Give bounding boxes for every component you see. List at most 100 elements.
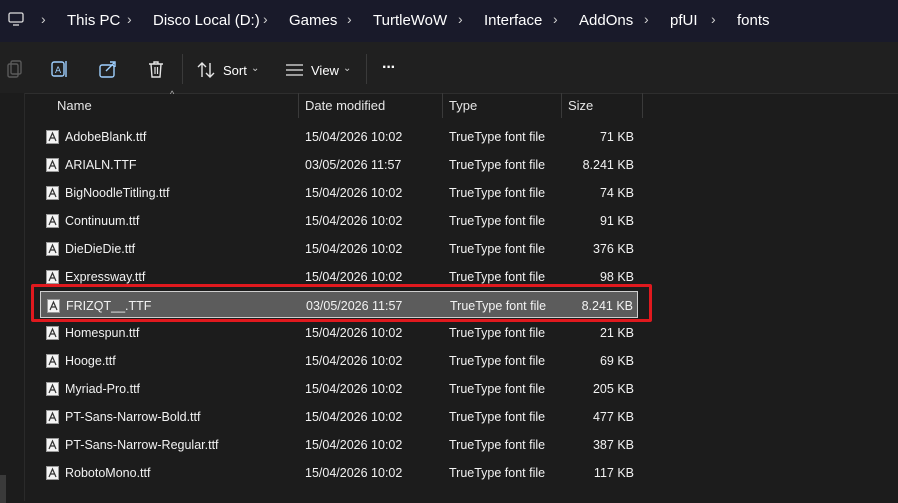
font-file-icon bbox=[46, 410, 59, 424]
file-name: ARIALN.TTF bbox=[65, 158, 137, 172]
column-header-size[interactable]: Size bbox=[568, 98, 593, 113]
breadcrumb-interface[interactable]: Interface bbox=[484, 12, 542, 29]
file-name: Expressway.ttf bbox=[65, 270, 146, 284]
file-name: PT-Sans-Narrow-Bold.ttf bbox=[65, 410, 201, 424]
file-name: Hooge.ttf bbox=[65, 354, 116, 368]
font-file-icon bbox=[46, 354, 59, 368]
navigation-pane[interactable] bbox=[0, 93, 25, 503]
font-file-icon bbox=[46, 214, 59, 228]
file-size: 91 KB bbox=[599, 214, 634, 228]
file-name: DieDieDie.ttf bbox=[65, 242, 136, 256]
chevron-right-icon: › bbox=[711, 11, 716, 27]
file-size: 376 KB bbox=[592, 242, 634, 256]
file-size: 8.241 KB bbox=[582, 158, 634, 172]
column-header-type[interactable]: Type bbox=[449, 98, 477, 113]
file-date-modified: 15/04/2026 10:02 bbox=[305, 354, 403, 368]
sort-icon bbox=[197, 62, 215, 78]
chevron-right-icon: › bbox=[458, 11, 463, 27]
file-size: 477 KB bbox=[592, 410, 634, 424]
file-date-modified: 15/04/2026 10:02 bbox=[305, 130, 403, 144]
file-size: 71 KB bbox=[599, 130, 634, 144]
file-name: BigNoodleTitling.ttf bbox=[65, 186, 170, 200]
file-date-modified: 15/04/2026 10:02 bbox=[305, 186, 403, 200]
file-date-modified: 15/04/2026 10:02 bbox=[305, 438, 403, 452]
breadcrumb-drive[interactable]: Disco Local (D:) bbox=[153, 12, 260, 29]
file-row[interactable]: Continuum.ttf 15/04/2026 10:02 TrueType fo… bbox=[40, 207, 638, 234]
file-size: 387 KB bbox=[592, 438, 634, 452]
breadcrumb-this-pc[interactable]: This PC bbox=[67, 12, 120, 29]
column-divider[interactable] bbox=[442, 93, 443, 118]
file-type: TrueType font file bbox=[449, 214, 546, 228]
column-header-date[interactable]: Date modified bbox=[305, 98, 385, 113]
font-file-icon bbox=[46, 158, 59, 172]
font-file-icon bbox=[46, 466, 59, 480]
view-button[interactable]: View bbox=[311, 63, 339, 78]
file-type: TrueType font file bbox=[449, 130, 546, 144]
file-type: TrueType font file bbox=[449, 382, 546, 396]
file-row[interactable]: DieDieDie.ttf 15/04/2026 10:02 TrueType fo… bbox=[40, 235, 638, 262]
file-date-modified: 15/04/2026 10:02 bbox=[305, 410, 403, 424]
file-date-modified: 15/04/2026 10:02 bbox=[305, 214, 403, 228]
file-size: 117 KB bbox=[593, 466, 634, 480]
chevron-down-icon: ⌄ bbox=[343, 63, 352, 74]
file-type: TrueType font file bbox=[449, 466, 546, 480]
toolbar-divider bbox=[366, 54, 367, 84]
file-row[interactable]: Homespun.ttf 15/04/2026 10:02 TrueType fon… bbox=[40, 319, 638, 346]
file-type: TrueType font file bbox=[449, 326, 546, 340]
file-type: TrueType font file bbox=[449, 158, 546, 172]
file-size: 21 KB bbox=[599, 326, 634, 340]
file-date-modified: 15/04/2026 10:02 bbox=[305, 466, 403, 480]
font-file-icon bbox=[46, 438, 59, 452]
this-pc-icon bbox=[8, 12, 24, 26]
file-type: TrueType font file bbox=[449, 438, 546, 452]
file-date-modified: 03/05/2026 11:57 bbox=[305, 158, 402, 172]
copy-icon[interactable] bbox=[4, 59, 24, 79]
command-bar: A Sort ⌄ View ⌄ ··· bbox=[0, 42, 898, 94]
column-divider[interactable] bbox=[642, 93, 643, 118]
breadcrumb-games[interactable]: Games bbox=[289, 12, 337, 29]
file-row[interactable]: ARIALN.TTF 03/05/2026 11:57 TrueType font … bbox=[40, 151, 638, 178]
font-file-icon bbox=[46, 242, 59, 256]
column-divider[interactable] bbox=[561, 93, 562, 118]
column-header-name[interactable]: Name bbox=[57, 98, 92, 113]
chevron-right-icon: › bbox=[41, 11, 46, 27]
breadcrumb-fonts[interactable]: fonts bbox=[737, 12, 770, 29]
file-name: Myriad-Pro.ttf bbox=[65, 382, 141, 396]
address-bar[interactable]: › This PC › Disco Local (D:) › Games › T… bbox=[0, 0, 898, 42]
share-icon[interactable] bbox=[98, 59, 118, 79]
file-name: RobotoMono.ttf bbox=[65, 466, 151, 480]
svg-text:A: A bbox=[55, 66, 62, 76]
more-options-button[interactable]: ··· bbox=[382, 59, 396, 77]
highlight-box bbox=[31, 284, 652, 322]
file-row[interactable]: PT-Sans-Narrow-Bold.ttf 15/04/2026 10:02 T… bbox=[40, 403, 638, 430]
rename-icon[interactable]: A bbox=[50, 59, 70, 79]
font-file-icon bbox=[46, 382, 59, 396]
view-icon bbox=[286, 64, 303, 76]
file-name: PT-Sans-Narrow-Regular.ttf bbox=[65, 438, 219, 452]
breadcrumb-pfui[interactable]: pfUI bbox=[670, 12, 698, 29]
file-row[interactable]: Hooge.ttf 15/04/2026 10:02 TrueType font f… bbox=[40, 347, 638, 374]
font-file-icon bbox=[46, 130, 59, 144]
font-file-icon bbox=[46, 270, 59, 284]
file-row[interactable]: Myriad-Pro.ttf 15/04/2026 10:02 TrueType f… bbox=[40, 375, 638, 402]
sort-button[interactable]: Sort bbox=[223, 63, 247, 78]
breadcrumb-turtlewow[interactable]: TurtleWoW bbox=[373, 12, 447, 29]
toolbar-divider bbox=[182, 54, 183, 84]
font-file-icon bbox=[46, 326, 59, 340]
delete-icon[interactable] bbox=[146, 59, 166, 79]
file-row[interactable]: BigNoodleTitling.ttf 15/04/2026 10:02 True… bbox=[40, 179, 638, 206]
file-type: TrueType font file bbox=[449, 186, 546, 200]
file-date-modified: 15/04/2026 10:02 bbox=[305, 270, 403, 284]
font-file-icon bbox=[46, 186, 59, 200]
nav-scrollbar[interactable] bbox=[0, 475, 6, 503]
file-row[interactable]: RobotoMono.ttf 15/04/2026 10:02 TrueType f… bbox=[40, 459, 638, 486]
file-row[interactable]: AdobeBlank.ttf 15/04/2026 10:02 TrueType f… bbox=[40, 123, 638, 150]
sort-ascending-icon: ^ bbox=[170, 89, 175, 99]
file-size: 69 KB bbox=[599, 354, 634, 368]
column-divider[interactable] bbox=[298, 93, 299, 118]
chevron-right-icon: › bbox=[263, 11, 268, 27]
file-type: TrueType font file bbox=[449, 410, 546, 424]
breadcrumb-addons[interactable]: AddOns bbox=[579, 12, 633, 29]
chevron-right-icon: › bbox=[644, 11, 649, 27]
file-row[interactable]: PT-Sans-Narrow-Regular.ttf 15/04/2026 10:… bbox=[40, 431, 638, 458]
